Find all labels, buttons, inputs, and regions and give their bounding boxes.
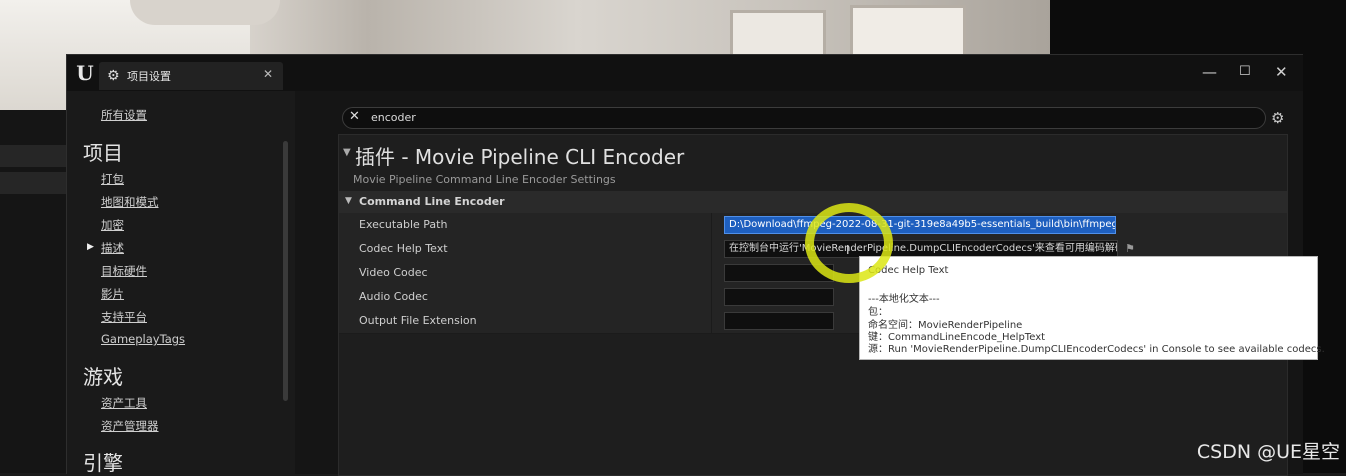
search-input[interactable] <box>371 109 1251 125</box>
property-name: Codec Help Text <box>359 242 448 255</box>
minimize-icon[interactable]: — <box>1202 63 1217 81</box>
unreal-logo-icon: U <box>76 61 94 85</box>
sidebar-item-description[interactable]: 描述 <box>101 240 124 256</box>
search-box[interactable]: ✕ <box>342 107 1266 129</box>
sidebar-all-settings[interactable]: 所有设置 <box>101 107 147 123</box>
panel-subtitle: Movie Pipeline Command Line Encoder Sett… <box>353 173 616 186</box>
maximize-icon[interactable]: ☐ <box>1239 64 1251 79</box>
section-header[interactable]: ▼ Command Line Encoder <box>339 191 1287 213</box>
sidebar-item-asset-tools[interactable]: 资产工具 <box>101 395 147 411</box>
text-cursor-icon: I <box>846 243 850 257</box>
flag-icon[interactable]: ⚑ <box>1125 242 1135 255</box>
property-name: Output File Extension <box>359 314 477 327</box>
column-divider <box>711 237 712 261</box>
sidebar-section-project: 项目 <box>83 141 123 165</box>
background-panel-row <box>0 172 66 194</box>
background-lamp <box>130 0 280 25</box>
sidebar-item-encryption[interactable]: 加密 <box>101 217 124 233</box>
tooltip: Codec Help Text ---本地化文本--- 包： 命名空间：Movi… <box>859 256 1325 360</box>
sidebar-item-maps-modes[interactable]: 地图和模式 <box>101 194 159 210</box>
panel-title: 插件 - Movie Pipeline CLI Encoder <box>355 145 685 169</box>
tooltip-line: 源：Run 'MovieRenderPipeline.DumpCLIEncode… <box>868 344 1325 355</box>
collapse-arrow-icon[interactable]: ▼ <box>343 147 351 158</box>
settings-sidebar: 所有设置 项目 打包 地图和模式 加密 ▶ 描述 目标硬件 影片 支持平台 Ga… <box>67 91 295 475</box>
tab-project-settings[interactable]: ⚙ 项目设置 ✕ <box>99 62 283 90</box>
sidebar-section-game: 游戏 <box>83 365 123 389</box>
audio-codec-field[interactable] <box>724 288 834 306</box>
background-panel-row <box>0 145 66 167</box>
collapse-arrow-icon[interactable]: ▼ <box>345 196 352 206</box>
column-divider <box>711 309 712 333</box>
gear-icon[interactable]: ⚙ <box>1271 109 1284 127</box>
title-bar[interactable]: U ⚙ 项目设置 ✕ — ☐ ✕ <box>67 55 1303 91</box>
project-settings-icon: ⚙ <box>107 68 120 84</box>
tab-label: 项目设置 <box>127 70 171 83</box>
close-window-icon[interactable]: ✕ <box>1275 63 1288 81</box>
column-divider <box>711 261 712 285</box>
search-clear-icon[interactable]: ✕ <box>349 109 360 124</box>
sidebar-item-target-hardware[interactable]: 目标硬件 <box>101 263 147 279</box>
close-icon[interactable]: ✕ <box>263 67 273 81</box>
sidebar-item-packaging[interactable]: 打包 <box>101 171 124 187</box>
background-editor-panel <box>0 110 70 473</box>
property-name: Video Codec <box>359 266 428 279</box>
sidebar-item-supported-platforms[interactable]: 支持平台 <box>101 309 147 325</box>
output-file-extension-field[interactable] <box>724 312 834 330</box>
background-picture-frame <box>850 5 966 61</box>
property-name: Executable Path <box>359 218 448 231</box>
sidebar-item-gameplaytags[interactable]: GameplayTags <box>101 332 185 346</box>
executable-path-field[interactable]: D:\Download\ffmpeg-2022-08-31-git-319e8a… <box>724 216 1116 234</box>
property-name: Audio Codec <box>359 290 428 303</box>
expand-arrow-icon[interactable]: ▶ <box>87 242 94 252</box>
sidebar-scrollbar[interactable] <box>283 141 288 401</box>
column-divider <box>711 285 712 309</box>
column-divider <box>711 213 712 237</box>
sidebar-item-movies[interactable]: 影片 <box>101 286 124 302</box>
sidebar-item-asset-manager[interactable]: 资产管理器 <box>101 418 159 434</box>
sidebar-section-engine: 引擎 <box>83 451 123 475</box>
watermark: CSDN @UE星空 <box>1196 441 1340 463</box>
section-label: Command Line Encoder <box>359 195 505 208</box>
